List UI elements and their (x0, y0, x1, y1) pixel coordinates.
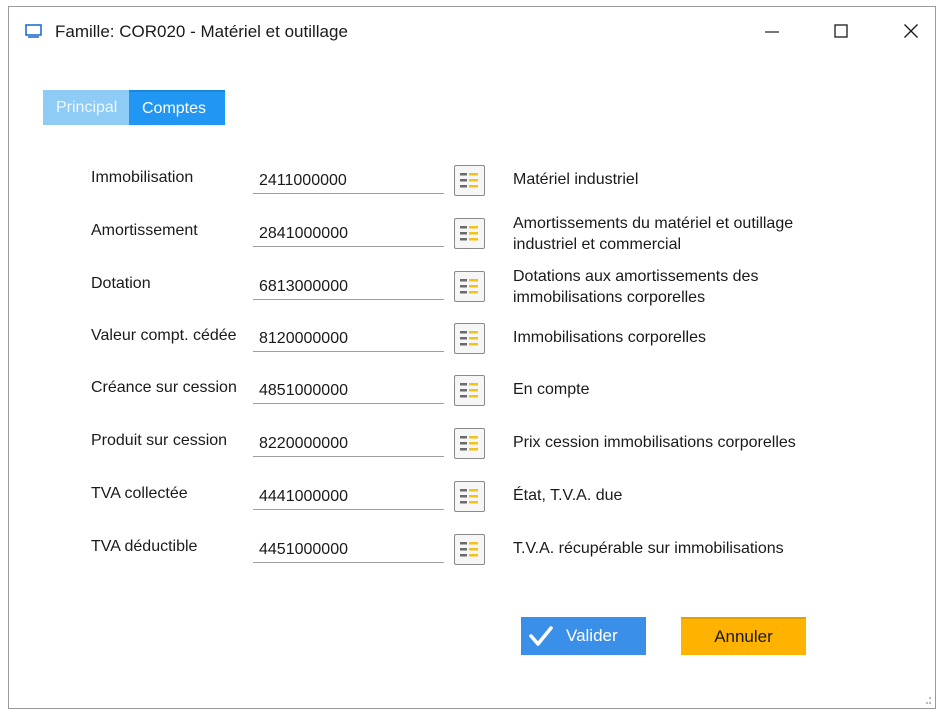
list-lookup-icon (460, 331, 478, 346)
list-lookup-icon (460, 542, 478, 557)
account-input[interactable] (253, 169, 444, 194)
list-lookup-icon (460, 489, 478, 504)
account-input[interactable] (253, 222, 444, 247)
list-lookup-icon (460, 173, 478, 188)
account-description: T.V.A. récupérable sur immobilisations (513, 540, 784, 557)
tab-comptes[interactable]: Comptes (129, 90, 225, 125)
row-label: TVA déductible (91, 538, 198, 555)
account-description: Prix cession immobilisations corporelles (513, 434, 796, 451)
dialog-window: Famille: COR020 - Matériel et outillage … (8, 6, 936, 709)
account-input[interactable] (253, 485, 444, 510)
account-input[interactable] (253, 379, 444, 404)
title-bar[interactable]: Famille: COR020 - Matériel et outillage (9, 7, 935, 57)
lookup-button[interactable] (454, 165, 485, 196)
account-description: Amortissements du matériel et outillage … (513, 215, 794, 253)
lookup-button[interactable] (454, 428, 485, 459)
account-input[interactable] (253, 275, 444, 300)
lookup-button[interactable] (454, 375, 485, 406)
cancel-button[interactable]: Annuler (681, 617, 806, 655)
checkmark-icon (529, 626, 553, 646)
list-lookup-icon (460, 226, 478, 241)
minimize-icon (765, 31, 779, 33)
account-row-valeur-compt-cedee: Valeur compt. cédée Immobilisations corp… (9, 323, 935, 375)
row-label: Amortissement (91, 222, 198, 239)
account-row-amortissement: Amortissement Amortissements du matériel… (9, 215, 935, 270)
lookup-button[interactable] (454, 323, 485, 354)
row-label: Valeur compt. cédée (91, 327, 237, 344)
row-label: TVA collectée (91, 485, 188, 502)
account-description: Immobilisations corporelles (513, 329, 706, 346)
maximize-button[interactable] (818, 15, 864, 47)
account-description: Matériel industriel (513, 171, 639, 188)
validate-button-label: Valider (566, 626, 618, 645)
row-label: Dotation (91, 275, 151, 292)
row-label: Créance sur cession (91, 379, 237, 396)
resize-grip-icon[interactable] (922, 695, 932, 705)
account-row-tva-deductible: TVA déductible T.V.A. récupérable sur im… (9, 534, 935, 586)
list-lookup-icon (460, 436, 478, 451)
window-icon (25, 24, 42, 38)
row-label: Produit sur cession (91, 432, 228, 449)
account-row-tva-collectee: TVA collectée État, T.V.A. due (9, 481, 935, 533)
lookup-button[interactable] (454, 481, 485, 512)
account-row-produit-sur-cession: Produit sur cession Prix cession immobil… (9, 428, 935, 480)
account-description: Dotations aux amortissements des immobil… (513, 268, 759, 306)
account-row-dotation: Dotation Dotations aux amortissements de… (9, 268, 935, 323)
account-input[interactable] (253, 432, 444, 457)
row-label: Immobilisation (91, 169, 194, 186)
close-button[interactable] (888, 15, 934, 47)
lookup-button[interactable] (454, 534, 485, 565)
close-icon (904, 24, 918, 38)
minimize-button[interactable] (749, 15, 795, 47)
account-description: État, T.V.A. due (513, 487, 623, 504)
lookup-button[interactable] (454, 218, 485, 249)
tab-strip: Principal Comptes (43, 90, 225, 125)
account-row-immobilisation: Immobilisation Matériel industriel (9, 165, 935, 217)
validate-button[interactable]: Valider (521, 617, 646, 655)
list-lookup-icon (460, 383, 478, 398)
maximize-icon (834, 24, 848, 38)
cancel-button-label: Annuler (714, 627, 773, 646)
account-description: En compte (513, 381, 590, 398)
account-input[interactable] (253, 327, 444, 352)
lookup-button[interactable] (454, 271, 485, 302)
list-lookup-icon (460, 279, 478, 294)
tab-principal[interactable]: Principal (43, 90, 129, 125)
account-row-creance-sur-cession: Créance sur cession En compte (9, 375, 935, 427)
window-title: Famille: COR020 - Matériel et outillage (55, 22, 348, 41)
account-input[interactable] (253, 538, 444, 563)
